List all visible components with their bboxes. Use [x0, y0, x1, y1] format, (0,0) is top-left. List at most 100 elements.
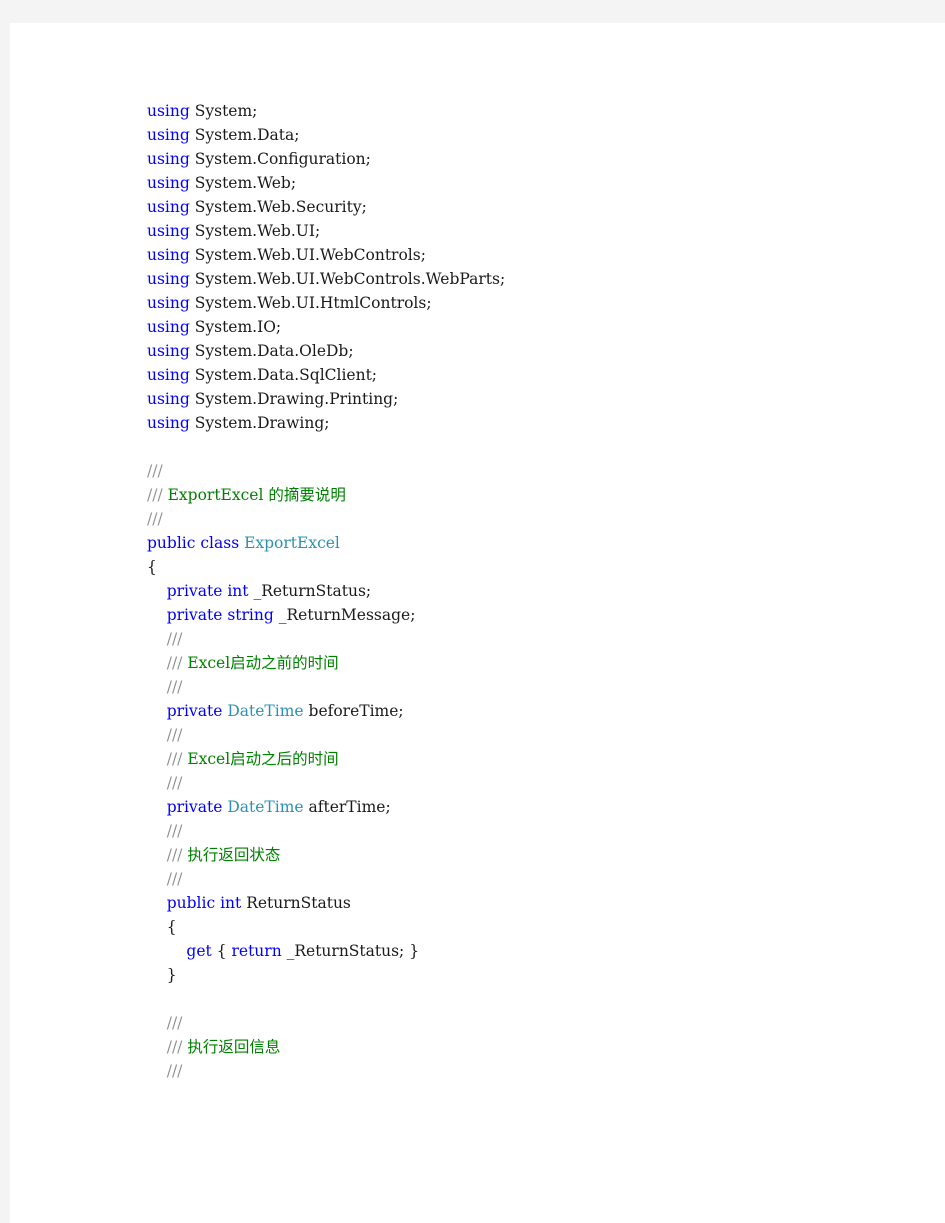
- code-token-kw: return: [231, 942, 287, 960]
- code-line: private int _ReturnStatus;: [147, 579, 927, 603]
- code-line: {: [147, 555, 927, 579]
- code-token-kw: using: [147, 414, 195, 432]
- code-line: private string _ReturnMessage;: [147, 603, 927, 627]
- document-page: using System; using System.Data; using Sys…: [10, 23, 945, 1223]
- code-token-cmt-slash: ///: [166, 678, 183, 696]
- code-token-pln: System;: [194, 102, 258, 120]
- code-token-kw: using: [147, 126, 195, 144]
- code-line: ///: [147, 1011, 927, 1035]
- code-line: /// 执行返回信息: [147, 1035, 927, 1059]
- code-line: public class ExportExcel: [147, 531, 927, 555]
- code-token-cmt: Excel启动之前的时间: [187, 654, 339, 672]
- code-token-pln: System.Data.SqlClient;: [194, 366, 378, 384]
- code-token-pln: System.Configuration;: [194, 150, 371, 168]
- code-line: ///: [147, 1059, 927, 1083]
- code-token-type: DateTime: [227, 702, 309, 720]
- code-token-pln: System.Drawing;: [194, 414, 330, 432]
- code-token-kw: using: [147, 174, 195, 192]
- code-token-cmt-slash: ///: [166, 750, 188, 768]
- code-line: private DateTime beforeTime;: [147, 699, 927, 723]
- code-token-kw: using: [147, 294, 195, 312]
- code-line: using System.Data.SqlClient;: [147, 363, 927, 387]
- code-token-cmt-slash: ///: [147, 510, 163, 528]
- code-token-kw: string: [227, 606, 279, 624]
- code-line: using System.Drawing.Printing;: [147, 387, 927, 411]
- code-line: using System.Web.Security;: [147, 195, 927, 219]
- code-token-pln: System.Data;: [194, 126, 300, 144]
- code-token-kw: public: [166, 894, 221, 912]
- code-token-kw: private: [166, 798, 228, 816]
- code-token-pln: ReturnStatus: [246, 894, 351, 912]
- code-line: using System.Drawing;: [147, 411, 927, 435]
- code-line: using System.Data;: [147, 123, 927, 147]
- code-token-pln: {: [166, 918, 177, 936]
- code-token-type: ExportExcel: [244, 534, 340, 552]
- code-line: using System.Data.OleDb;: [147, 339, 927, 363]
- code-token-kw: using: [147, 342, 195, 360]
- code-token-pln: _ReturnStatus;: [253, 582, 372, 600]
- code-line: ///: [147, 627, 927, 651]
- code-line: using System.Web.UI.HtmlControls;: [147, 291, 927, 315]
- code-token-cmt-slash: ///: [166, 846, 188, 864]
- code-token-cmt-slash: ///: [166, 774, 183, 792]
- code-token-cmt-slash: ///: [147, 486, 168, 504]
- code-line: ///: [147, 771, 927, 795]
- code-line: using System;: [147, 99, 927, 123]
- code-token-pln: }: [166, 966, 177, 984]
- code-listing: using System; using System.Data; using Sys…: [147, 99, 927, 1083]
- code-line: ///: [147, 867, 927, 891]
- code-line: using System.IO;: [147, 315, 927, 339]
- code-token-pln: _ReturnStatus; }: [286, 942, 420, 960]
- code-token-pln: System.Drawing.Printing;: [194, 390, 399, 408]
- code-token-pln: _ReturnMessage;: [278, 606, 416, 624]
- code-token-cmt: 执行返回状态: [187, 846, 281, 864]
- code-line: ///: [147, 723, 927, 747]
- code-token-pln: System.IO;: [194, 318, 282, 336]
- code-token-pln: System.Web;: [194, 174, 297, 192]
- code-line: using System.Configuration;: [147, 147, 927, 171]
- code-token-cmt: ExportExcel 的摘要说明: [167, 486, 346, 504]
- code-line: ///: [147, 459, 927, 483]
- code-token-type: DateTime: [227, 798, 309, 816]
- code-token-pln: System.Data.OleDb;: [194, 342, 354, 360]
- code-line: ///: [147, 819, 927, 843]
- code-token-pln: beforeTime;: [308, 702, 404, 720]
- code-token-kw: using: [147, 270, 195, 288]
- code-token-cmt: Excel启动之后的时间: [187, 750, 339, 768]
- code-token-kw: using: [147, 366, 195, 384]
- code-token-cmt-slash: ///: [166, 1014, 183, 1032]
- code-token-pln: System.Web.UI.WebControls.WebParts;: [194, 270, 506, 288]
- code-token-pln: System.Web.UI;: [194, 222, 321, 240]
- code-token-cmt-slash: ///: [166, 1062, 183, 1080]
- code-token-cmt-slash: ///: [166, 654, 188, 672]
- code-token-kw: get: [186, 942, 217, 960]
- code-line: /// Excel启动之前的时间: [147, 651, 927, 675]
- code-token-kw: private: [166, 582, 228, 600]
- code-token-pln: System.Web.UI.WebControls;: [194, 246, 426, 264]
- code-line: /// ExportExcel 的摘要说明: [147, 483, 927, 507]
- code-token-kw: private: [166, 702, 228, 720]
- code-token-kw: using: [147, 390, 195, 408]
- code-line: using System.Web.UI;: [147, 219, 927, 243]
- code-token-pln: {: [216, 942, 232, 960]
- code-token-cmt-slash: ///: [166, 870, 183, 888]
- code-token-kw: private: [166, 606, 228, 624]
